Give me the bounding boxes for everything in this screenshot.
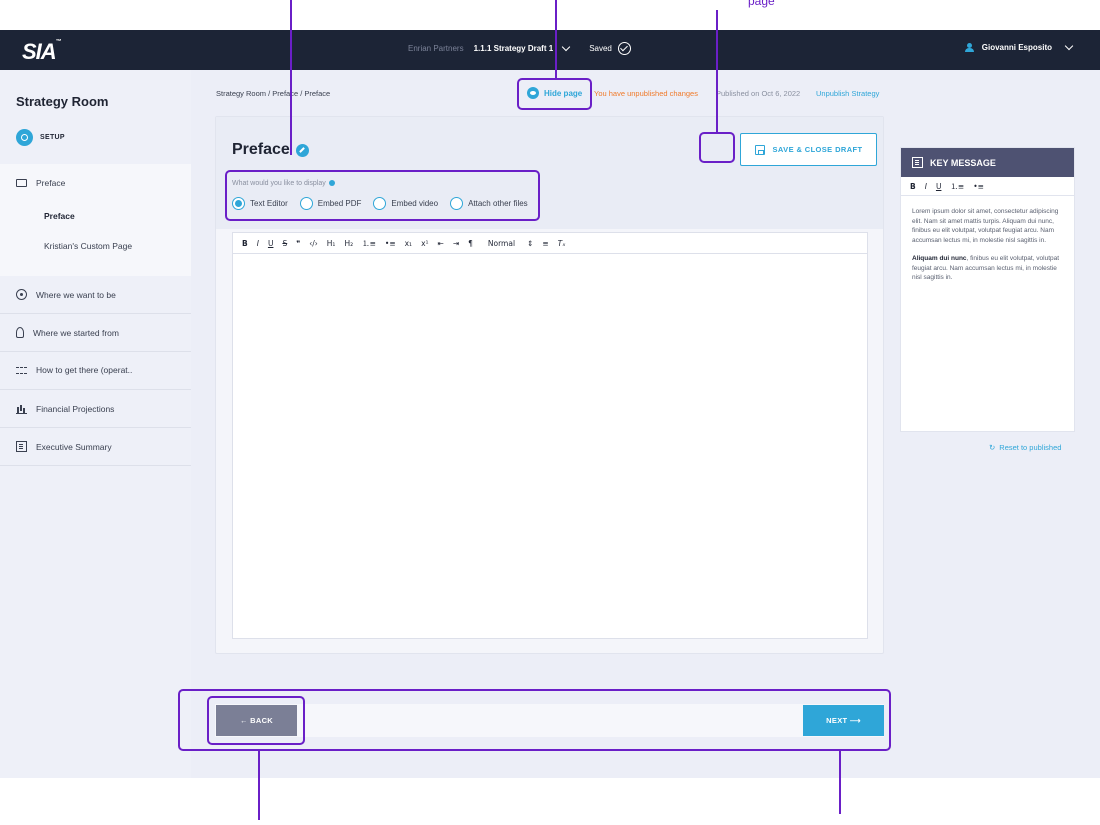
edit-pencil-icon[interactable] [295,143,309,157]
user-icon [964,43,974,52]
select-arrows-icon: ⇕ [527,238,534,248]
editor-toolbar: B I U S ❞ ‹/› H₁ H₂ ⒈≡ •≡ x₁ x¹ ⇤ ⇥ ¶ No… [233,233,867,254]
divider [0,351,191,352]
italic-button[interactable]: I [257,239,259,248]
annotation-line [290,0,292,155]
underline-button[interactable]: U [268,239,274,248]
user-name: Giovanni Esposito [981,43,1052,52]
divider [0,427,191,428]
ordered-list-button[interactable]: ⒈≡ [950,181,964,192]
unpublish-strategy-link[interactable]: Unpublish Strategy [816,89,879,98]
strategy-selector: Enrian Partners 1.1.1 Strategy Draft 1 S… [408,42,631,55]
sidebar-item-how-to-get-there[interactable]: How to get there (operat.. [16,365,132,375]
bar-chart-icon [16,403,27,414]
chevron-down-icon[interactable] [561,42,571,52]
chevron-down-icon[interactable] [1064,41,1074,51]
strikethrough-button[interactable]: S [282,239,287,248]
key-message-panel: KEY MESSAGE B I U ⒈≡ •≡ Lorem ipsum dolo… [900,147,1075,432]
underline-button[interactable]: U [936,182,942,191]
key-message-paragraph: Aliquam dui nunc, finibus eu elit volutp… [912,255,1060,281]
sidebar: Strategy Room SETUP Preface Preface Kris… [0,70,191,778]
annotation-highlight-empty-slot [699,132,735,163]
annotation-clipped-text: page [748,0,775,8]
sidebar-item-preface[interactable]: Preface [16,178,65,188]
sidebar-title: Strategy Room [16,94,109,109]
report-icon [912,157,923,168]
bullet-list-button[interactable]: •≡ [973,182,984,191]
rocket-icon [16,327,24,338]
user-menu[interactable]: Giovanni Esposito [964,41,1074,52]
italic-button[interactable]: I [925,182,927,191]
sidebar-item-financial-projections[interactable]: Financial Projections [16,403,114,414]
sidebar-item-executive-summary[interactable]: Executive Summary [16,441,112,452]
sidebar-item-where-we-started[interactable]: Where we started from [16,327,119,338]
code-button[interactable]: ‹/› [309,239,318,248]
sidebar-subitem-preface[interactable]: Preface [44,211,75,221]
annotation-highlight-back-button [207,696,305,745]
ordered-list-button[interactable]: ⒈≡ [362,238,376,249]
rich-text-editor[interactable]: B I U S ❞ ‹/› H₁ H₂ ⒈≡ •≡ x₁ x¹ ⇤ ⇥ ¶ No… [232,232,868,639]
annotation-highlight-hide-page [517,78,592,110]
save-close-draft-button[interactable]: SAVE & CLOSE DRAFT [740,133,877,166]
key-message-toolbar: B I U ⒈≡ •≡ [901,177,1074,196]
indent-button[interactable]: ⇥ [453,239,459,248]
key-message-text[interactable]: Lorem ipsum dolor sit amet, consectetur … [901,196,1074,283]
bullet-list-button[interactable]: •≡ [385,239,396,248]
draft-selector[interactable]: 1.1.1 Strategy Draft 1 [474,44,554,53]
sidebar-subitem-custom-page[interactable]: Kristian's Custom Page [44,241,132,251]
reset-to-published-link[interactable]: ↻ Reset to published [989,443,1061,452]
saved-status: Saved [589,42,631,55]
heading1-button[interactable]: H₁ [327,239,336,248]
divider [0,389,191,390]
top-navbar: SIA™ Enrian Partners 1.1.1 Strategy Draf… [0,30,1100,70]
monitor-icon [16,179,27,187]
annotation-line [258,750,260,820]
annotation-line [839,750,841,814]
format-select[interactable]: Normal ⇕ [488,239,533,248]
bold-button[interactable]: B [910,182,916,191]
reset-icon: ↻ [989,443,996,452]
target-icon [16,289,27,300]
unpublished-changes-notice: You have unpublished changes [594,89,698,98]
annotation-highlight-display-options [225,170,540,221]
clear-format-button[interactable]: Tₓ [558,239,566,248]
editor-content-area[interactable] [233,254,867,638]
partner-name: Enrian Partners [408,44,464,53]
page-title: Preface [232,141,309,159]
setup-button[interactable]: SETUP [16,129,65,146]
superscript-button[interactable]: x¹ [421,239,428,248]
subscript-button[interactable]: x₁ [405,239,412,248]
report-icon [16,441,27,452]
blockquote-button[interactable]: ❞ [296,239,300,248]
bold-button[interactable]: B [242,239,248,248]
published-date: Published on Oct 6, 2022 [716,89,801,98]
annotation-line [716,10,718,134]
path-icon [16,366,27,374]
annotation-line [555,0,557,80]
floppy-disk-icon [754,144,765,155]
divider [0,465,191,466]
sidebar-item-where-we-want-to-be[interactable]: Where we want to be [16,289,116,300]
breadcrumb[interactable]: Strategy Room / Preface / Preface [216,89,330,98]
outdent-button[interactable]: ⇤ [438,239,444,248]
sia-logo[interactable]: SIA™ [22,39,62,65]
divider [0,313,191,314]
key-message-header: KEY MESSAGE [901,148,1074,177]
check-circle-icon [617,42,631,55]
align-button[interactable]: ≡ [542,239,548,248]
key-message-paragraph: Lorem ipsum dolor sit amet, consectetur … [912,208,1059,244]
text-direction-button[interactable]: ¶ [468,239,473,248]
heading2-button[interactable]: H₂ [344,239,353,248]
settings-icon [16,129,33,146]
